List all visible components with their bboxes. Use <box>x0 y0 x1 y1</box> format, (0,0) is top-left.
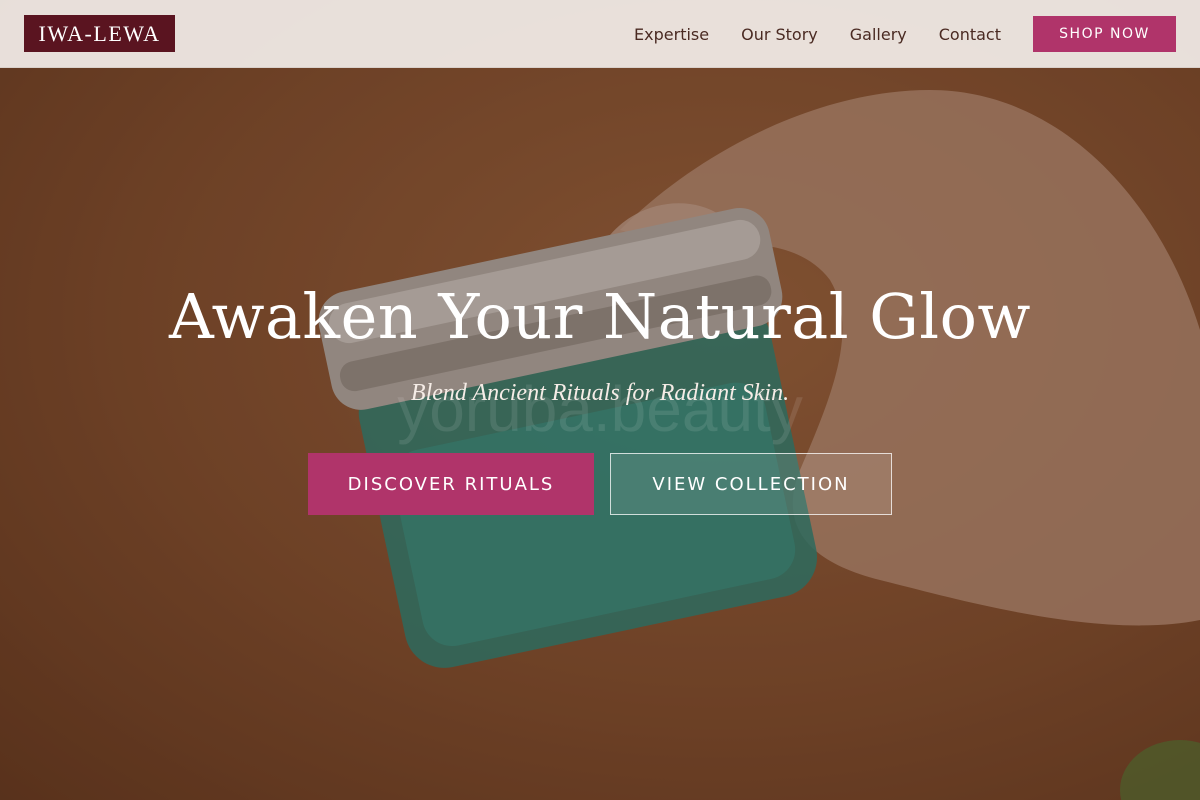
brand-logo-text: IWA-LEWA <box>38 20 161 46</box>
hero-title: Awaken Your Natural Glow <box>168 280 1032 353</box>
nav-link-expertise[interactable]: Expertise <box>634 25 709 44</box>
brand-logo[interactable]: IWA-LEWA <box>24 15 175 52</box>
nav-link-gallery[interactable]: Gallery <box>850 25 907 44</box>
top-navbar: IWA-LEWA Expertise Our Story Gallery Con… <box>0 0 1200 68</box>
view-collection-button[interactable]: VIEW COLLECTION <box>610 453 892 515</box>
discover-rituals-button[interactable]: DISCOVER RITUALS <box>308 453 594 515</box>
hero-subtitle: Blend Ancient Rituals for Radiant Skin. <box>410 380 790 406</box>
nav-link-contact[interactable]: Contact <box>939 25 1001 44</box>
shop-now-button[interactable]: SHOP NOW <box>1033 16 1176 52</box>
main-nav: Expertise Our Story Gallery Contact <box>634 0 1001 68</box>
nav-link-our-story[interactable]: Our Story <box>741 25 818 44</box>
hero-section: yoruba.beauty Awaken Your Natural Glow B… <box>0 0 1200 800</box>
hero-content: yoruba.beauty Awaken Your Natural Glow B… <box>0 0 1200 800</box>
